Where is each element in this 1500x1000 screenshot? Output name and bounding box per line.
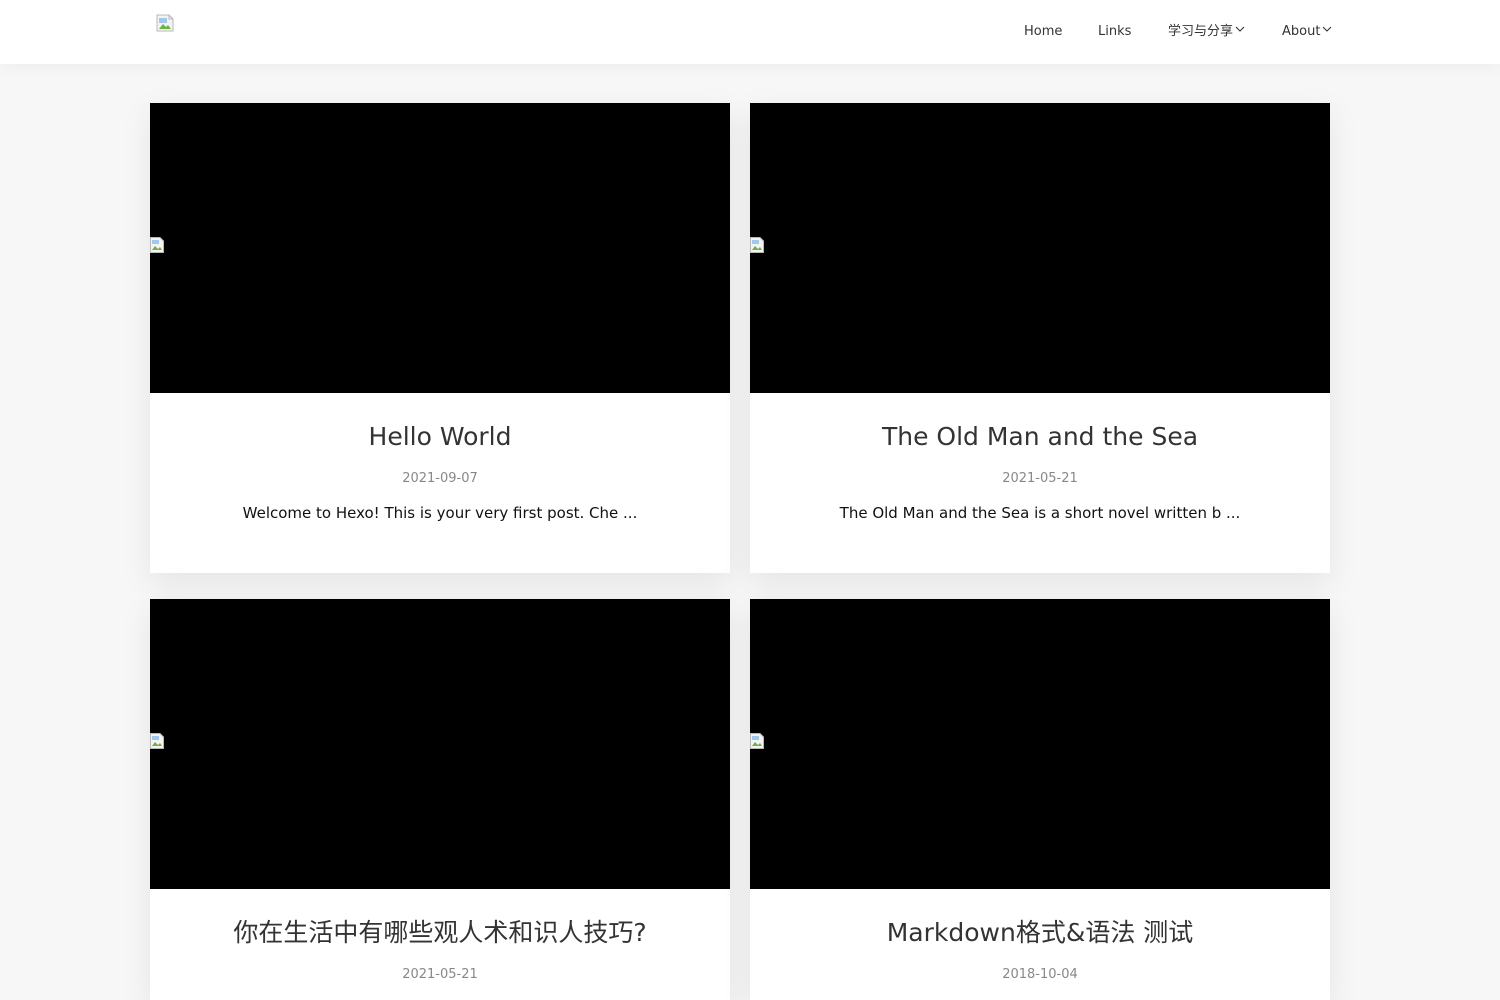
nav-about-label: About <box>1282 24 1321 39</box>
post-title[interactable]: Markdown格式&语法 测试 <box>750 917 1330 949</box>
nav-about-dropdown[interactable]: About <box>1282 0 1332 64</box>
post-excerpt: The Old Man and the Sea is a short novel… <box>839 504 1241 522</box>
nav-learn-dropdown[interactable]: 学习与分享 <box>1168 0 1245 64</box>
broken-image-icon <box>750 237 766 253</box>
post-date: 2021-05-21 <box>1002 471 1078 486</box>
post-cover-image[interactable] <box>150 599 730 889</box>
nav-links-link[interactable]: Links <box>1098 0 1131 64</box>
post-card[interactable]: The Old Man and the Sea 2021-05-21 The O… <box>750 103 1330 573</box>
chevron-down-icon <box>1235 0 1245 62</box>
post-excerpt: Welcome to Hexo! This is your very first… <box>242 504 638 522</box>
broken-image-icon <box>750 733 766 749</box>
post-card[interactable]: 你在生活中有哪些观人术和识人技巧? 2021-05-21 <box>150 599 730 1000</box>
post-card[interactable]: Markdown格式&语法 测试 2018-10-04 <box>750 599 1330 1000</box>
post-date: 2021-05-21 <box>402 967 478 982</box>
broken-image-icon <box>150 733 166 749</box>
post-title[interactable]: Hello World <box>150 421 730 453</box>
post-cover-image[interactable] <box>750 103 1330 393</box>
post-date: 2021-09-07 <box>402 471 478 486</box>
post-date: 2018-10-04 <box>1002 967 1078 982</box>
post-cover-image[interactable] <box>750 599 1330 889</box>
nav-home-link[interactable]: Home <box>1024 0 1062 64</box>
chevron-down-icon <box>1322 0 1332 62</box>
nav-learn-label: 学习与分享 <box>1168 24 1234 39</box>
site-header: Home Links 学习与分享 About <box>0 0 1500 64</box>
broken-image-icon <box>150 237 166 253</box>
post-title[interactable]: The Old Man and the Sea <box>750 421 1330 453</box>
post-card[interactable]: Hello World 2021-09-07 Welcome to Hexo! … <box>150 103 730 573</box>
logo-broken-image-icon[interactable] <box>156 14 176 34</box>
post-title[interactable]: 你在生活中有哪些观人术和识人技巧? <box>150 917 730 949</box>
post-cover-image[interactable] <box>150 103 730 393</box>
